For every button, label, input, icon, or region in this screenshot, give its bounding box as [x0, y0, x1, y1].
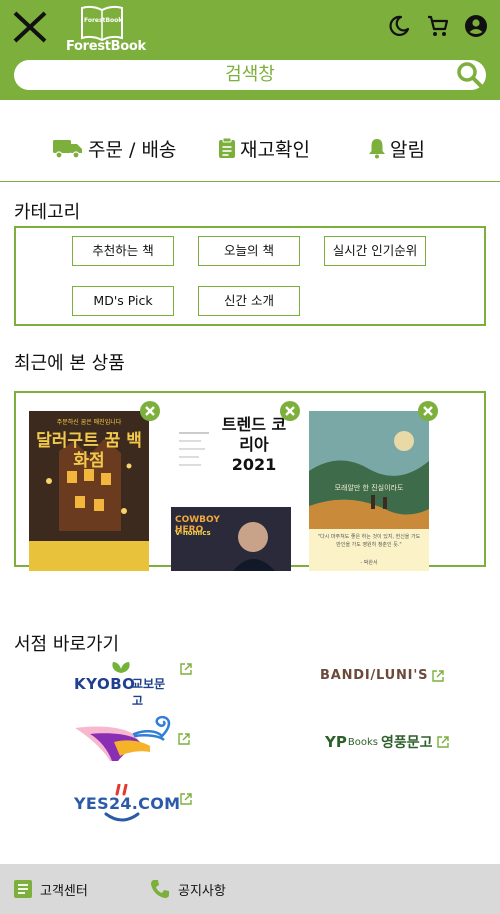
external-link-icon	[432, 669, 444, 682]
external-link-icon	[178, 733, 190, 745]
category-title: 카테고리	[14, 202, 81, 223]
category-md-pick[interactable]: MD's Pick	[72, 286, 174, 316]
book-3-title: 모래알만 한 진실이라도	[334, 484, 404, 492]
alarm-label: 알림	[390, 138, 425, 161]
category-new-books[interactable]: 신간 소개	[198, 286, 300, 316]
delivery-truck-icon	[53, 140, 82, 159]
yes24-smile-icon	[104, 812, 140, 822]
footer-bar: 고객센터 공지사항	[0, 864, 500, 914]
book-2-subtitle2: V-nomics	[175, 529, 211, 537]
bell-icon	[369, 139, 385, 159]
yes24-brand-text: YES24.COM	[74, 794, 181, 813]
book-2-title: 트렌드 코리아 2021	[221, 415, 287, 474]
stock-check-button[interactable]: 재고확인	[218, 128, 310, 168]
category-realtime-ranking[interactable]: 실시간 인기순위	[324, 236, 426, 266]
book-cover-1[interactable]: 주문하신 꿈은 매진입니다 달러구트 꿈 백화점	[29, 411, 149, 571]
logo-book-text: ForestBook	[84, 17, 123, 24]
close-icon	[145, 406, 155, 416]
search-icon[interactable]	[456, 61, 484, 89]
external-link-icon	[436, 736, 449, 748]
close-icon	[423, 406, 433, 416]
yp-korean-text: 영풍문고	[380, 735, 433, 751]
close-icon	[285, 406, 295, 416]
search-input[interactable]: 검색창	[14, 60, 486, 90]
aladin-store-link[interactable]	[74, 714, 190, 764]
app-header: ForestBook ForestBook 검색창	[0, 0, 500, 100]
book-1-subtitle: 주문하신 꿈은 매진입니다	[56, 419, 122, 426]
remove-book-2-button[interactable]	[280, 401, 300, 421]
yes24-store-link[interactable]: YES24.COM	[74, 784, 192, 826]
external-link-icon	[180, 793, 192, 805]
bandi-lunis-store-link[interactable]: BANDI/LUNI'S	[320, 668, 444, 683]
close-icon[interactable]	[10, 8, 50, 46]
book-cover-2[interactable]: 트렌드 코리아 2021 COWBOY HERO V-nomics	[171, 411, 291, 571]
order-delivery-button[interactable]: 주문 / 배송	[52, 128, 176, 168]
book-3-quote: "다시 마주쳐도 좋은 하는 것이 있지, 헌신을 가도 만인을 가도 영원히 …	[317, 534, 421, 548]
order-delivery-label: 주문 / 배송	[88, 138, 177, 161]
external-link-icon	[180, 663, 192, 675]
category-recommended[interactable]: 추천하는 책	[72, 236, 174, 266]
clipboard-icon	[219, 137, 235, 158]
yes24-logo: YES24.COM	[74, 784, 180, 826]
book-cover-3[interactable]: 모래알만 한 진실이라도 "다시 마주쳐도 좋은 하는 것이 있지, 헌신을 가…	[309, 411, 429, 571]
kyobo-leaf-icon	[112, 662, 130, 673]
search-bar[interactable]: 검색창	[14, 60, 486, 90]
customer-service-label: 고객센터	[40, 883, 88, 899]
account-icon[interactable]	[464, 14, 488, 38]
yp-brand-text: YP	[325, 733, 347, 751]
notice-label: 공지사항	[178, 883, 226, 899]
kyobo-brand-text: KYOBO	[74, 675, 136, 693]
cart-icon[interactable]	[426, 14, 450, 38]
document-icon	[14, 880, 32, 898]
remove-book-3-button[interactable]	[418, 401, 438, 421]
yp-books-sub-text: Books	[347, 736, 378, 748]
phone-icon	[151, 880, 169, 898]
kyobo-store-link[interactable]: KYOBO 교보문고	[74, 660, 192, 708]
logo-text[interactable]: ForestBook	[66, 39, 146, 54]
book-3-quote-author: - 박완서	[360, 560, 378, 566]
recent-title: 최근에 본 상품	[14, 353, 125, 374]
category-today[interactable]: 오늘의 책	[198, 236, 300, 266]
stock-check-label: 재고확인	[240, 138, 310, 161]
bandi-lunis-logo: BANDI/LUNI'S	[320, 668, 429, 683]
recent-products-box: 주문하신 꿈은 매진입니다 달러구트 꿈 백화점 트렌드 코리아 2021 CO…	[14, 391, 486, 571]
book-1-title: 달러구트 꿈 백화점	[36, 431, 142, 471]
remove-book-1-button[interactable]	[140, 401, 160, 421]
kyobo-korean-text: 교보문고	[132, 677, 166, 708]
kyobo-logo: KYOBO 교보문고	[74, 660, 176, 708]
aladin-lamp-logo	[75, 715, 171, 761]
notice-button[interactable]: 공지사항	[150, 864, 226, 914]
customer-service-button[interactable]: 고객센터	[14, 864, 88, 914]
stores-title: 서점 바로가기	[14, 634, 120, 655]
alarm-button[interactable]: 알림	[368, 128, 425, 168]
category-box: 추천하는 책 오늘의 책 실시간 인기순위 MD's Pick 신간 소개	[14, 226, 486, 326]
yp-books-store-link[interactable]: YP Books 영풍문고	[325, 732, 449, 752]
section-divider	[0, 181, 500, 182]
dark-mode-moon-icon[interactable]	[387, 14, 411, 38]
